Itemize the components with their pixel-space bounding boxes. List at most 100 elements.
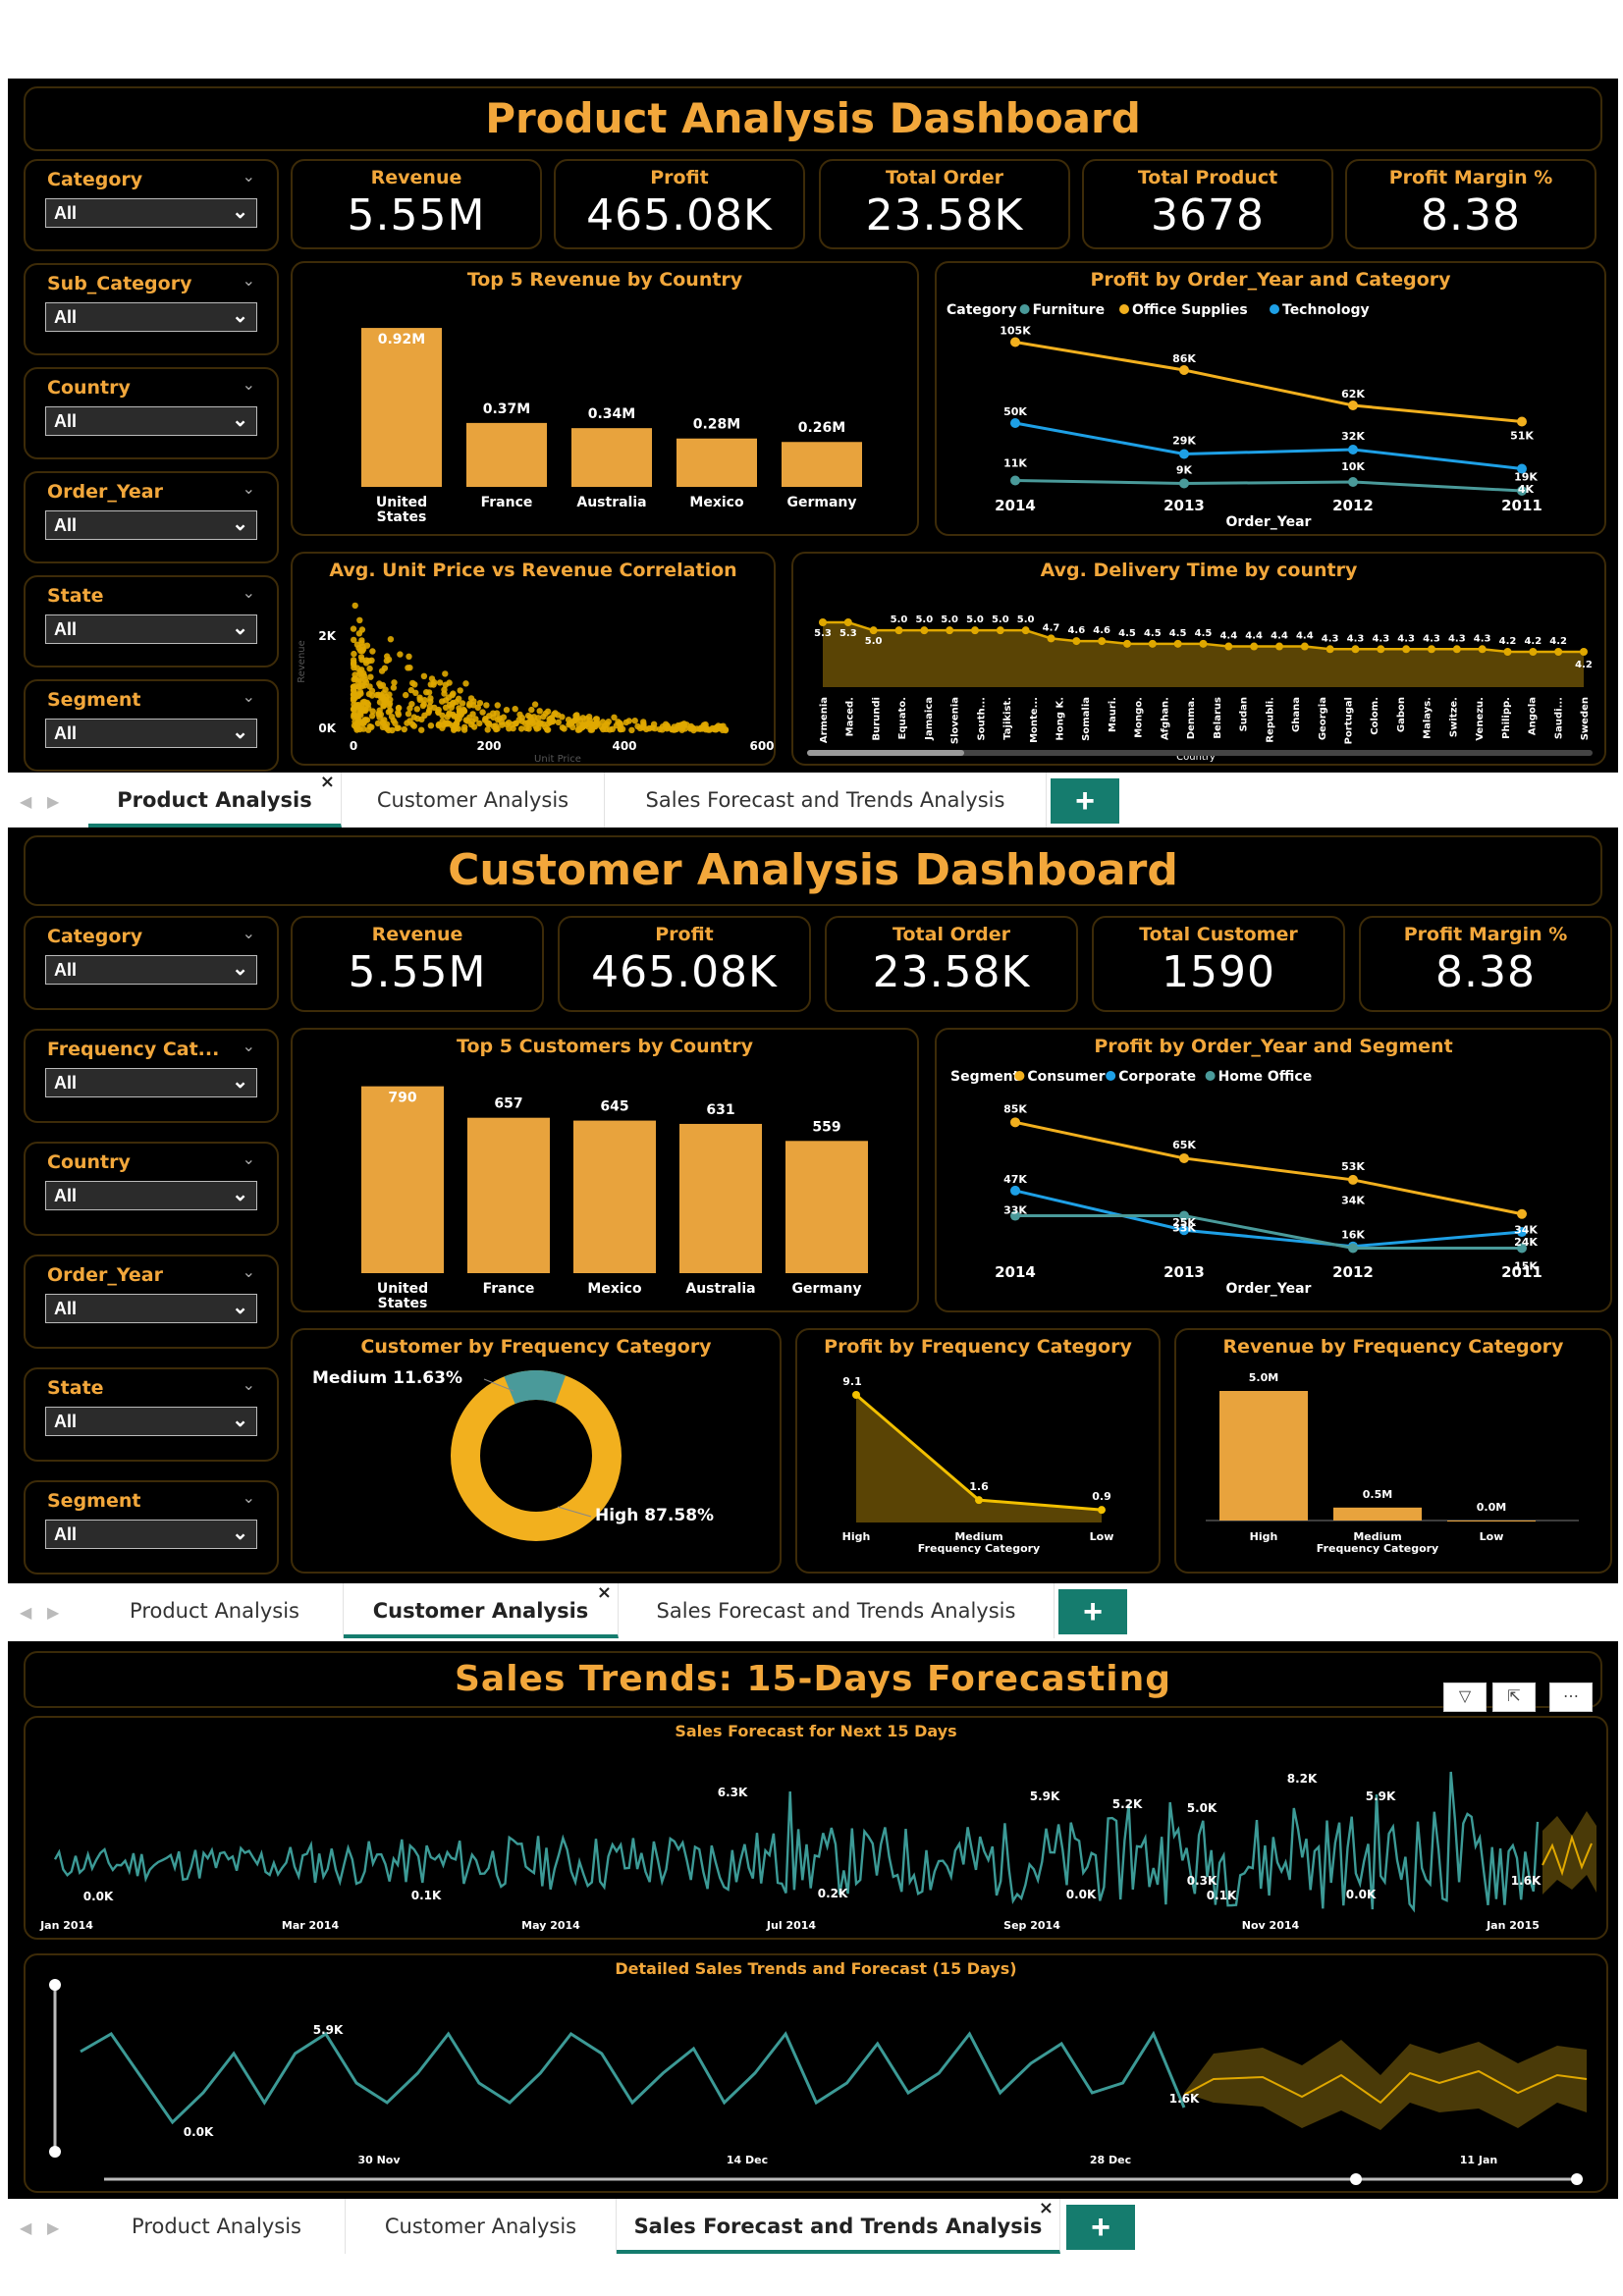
bar[interactable] [782, 442, 862, 487]
bar[interactable] [571, 428, 652, 487]
data-point[interactable] [1173, 639, 1182, 648]
chevron-down-icon[interactable]: ⌄ [243, 1262, 255, 1282]
data-point[interactable] [1179, 1152, 1189, 1163]
slicer-frequency-cat[interactable]: Frequency Cat... ⌄ All ⌄ [24, 1029, 279, 1123]
data-point[interactable] [1348, 477, 1358, 487]
tab-sales-forecast[interactable]: Sales Forecast and Trends Analysis [605, 773, 1047, 828]
tab-product-analysis[interactable]: Product Analysis × [88, 772, 342, 828]
slicer-segment[interactable]: Segment ⌄ All ⌄ [24, 1480, 279, 1575]
data-point[interactable] [1250, 642, 1259, 651]
data-point[interactable] [1452, 645, 1461, 654]
data-point[interactable] [1348, 445, 1358, 454]
slicer-dropdown[interactable]: All ⌄ [45, 302, 257, 332]
slicer-order-year[interactable]: Order_Year ⌄ All ⌄ [24, 1255, 279, 1349]
bar[interactable] [785, 1141, 868, 1273]
data-point[interactable] [920, 626, 929, 635]
more-options-icon[interactable]: ⋯ [1549, 1682, 1593, 1712]
data-point[interactable] [1402, 645, 1411, 654]
bar[interactable] [1447, 1521, 1536, 1522]
bar[interactable] [1333, 1507, 1422, 1521]
chevron-down-icon[interactable]: ⌄ [243, 271, 255, 291]
bar[interactable] [466, 422, 547, 487]
chevron-down-icon[interactable]: ⌄ [243, 687, 255, 707]
data-point[interactable] [1072, 637, 1081, 646]
data-point[interactable] [1047, 634, 1055, 643]
chevron-down-icon[interactable]: ⌄ [243, 375, 255, 395]
bar[interactable] [361, 1086, 444, 1273]
data-point[interactable] [996, 626, 1004, 635]
slicer-sub-category[interactable]: Sub_Category ⌄ All ⌄ [24, 263, 279, 355]
data-point[interactable] [1517, 416, 1527, 427]
tab-customer-analysis[interactable]: Customer Analysis [342, 773, 605, 828]
data-point[interactable] [1148, 639, 1157, 648]
data-point[interactable] [1580, 648, 1588, 656]
data-point[interactable] [971, 626, 979, 635]
data-point[interactable] [1010, 337, 1020, 347]
data-point[interactable] [869, 626, 878, 635]
tab-sales-forecast[interactable]: Sales Forecast and Trends Analysis × [617, 2198, 1060, 2254]
data-point[interactable] [1179, 478, 1189, 489]
add-page-button[interactable]: + [1058, 1589, 1127, 1634]
scrollbar-thumb[interactable] [807, 750, 964, 756]
slicer-dropdown[interactable]: All ⌄ [45, 1181, 257, 1210]
data-point[interactable] [1098, 1506, 1106, 1515]
prev-page-icon[interactable]: ◀ [20, 792, 31, 812]
tab-sales-forecast[interactable]: Sales Forecast and Trends Analysis [619, 1583, 1055, 1638]
bar[interactable] [467, 1117, 550, 1273]
bar[interactable] [361, 328, 442, 487]
chevron-down-icon[interactable]: ⌄ [243, 1037, 255, 1056]
data-point[interactable] [1010, 418, 1020, 428]
data-point[interactable] [1010, 475, 1020, 486]
focus-mode-icon[interactable]: ⇱ [1492, 1682, 1536, 1712]
slicer-country[interactable]: Country ⌄ All ⌄ [24, 367, 279, 459]
range-slider-handle[interactable] [49, 2146, 61, 2158]
data-point[interactable] [1348, 400, 1358, 410]
data-point[interactable] [1351, 645, 1360, 654]
data-point[interactable] [843, 618, 852, 626]
prev-page-icon[interactable]: ◀ [20, 1603, 31, 1623]
slicer-category[interactable]: Category ⌄ All ⌄ [24, 916, 279, 1010]
data-point[interactable] [1478, 645, 1487, 654]
data-point[interactable] [1010, 1185, 1020, 1196]
range-slider-handle[interactable] [49, 1979, 61, 1991]
slicer-dropdown[interactable]: All ⌄ [45, 1520, 257, 1549]
slicer-state[interactable]: State ⌄ All ⌄ [24, 575, 279, 667]
data-point[interactable] [1275, 642, 1283, 651]
bar[interactable] [1219, 1391, 1308, 1521]
data-point[interactable] [1010, 1117, 1020, 1128]
bar[interactable] [679, 1123, 762, 1273]
close-icon[interactable]: × [597, 1566, 612, 1621]
slicer-dropdown[interactable]: All ⌄ [45, 198, 257, 228]
chevron-down-icon[interactable]: ⌄ [243, 167, 255, 187]
data-point[interactable] [975, 1496, 983, 1505]
data-point[interactable] [1348, 1243, 1358, 1254]
slicer-dropdown[interactable]: All ⌄ [45, 1407, 257, 1436]
data-point[interactable] [1123, 639, 1131, 648]
filter-icon[interactable]: ▽ [1443, 1682, 1487, 1712]
data-point[interactable] [852, 1391, 860, 1399]
slicer-category[interactable]: Category ⌄ All ⌄ [24, 159, 279, 251]
data-point[interactable] [1554, 648, 1563, 656]
slicer-country[interactable]: Country ⌄ All ⌄ [24, 1142, 279, 1236]
data-point[interactable] [1098, 637, 1107, 646]
data-point[interactable] [1021, 626, 1030, 635]
close-icon[interactable]: × [1039, 2181, 1054, 2236]
chevron-down-icon[interactable]: ⌄ [243, 1149, 255, 1169]
donut-slice-high[interactable] [451, 1370, 622, 1541]
slicer-dropdown[interactable]: All ⌄ [45, 1068, 257, 1097]
add-page-button[interactable]: + [1051, 778, 1119, 824]
data-point[interactable] [1503, 648, 1512, 656]
bar[interactable] [676, 438, 757, 487]
close-icon[interactable]: × [320, 755, 335, 810]
next-page-icon[interactable]: ▶ [47, 1603, 59, 1623]
slicer-state[interactable]: State ⌄ All ⌄ [24, 1367, 279, 1462]
data-point[interactable] [1199, 639, 1208, 648]
bar[interactable] [573, 1120, 656, 1273]
data-point[interactable] [1179, 365, 1189, 375]
range-slider-handle[interactable] [1350, 2173, 1362, 2185]
next-page-icon[interactable]: ▶ [47, 2218, 59, 2238]
data-point[interactable] [819, 618, 827, 626]
chevron-down-icon[interactable]: ⌄ [243, 1488, 255, 1508]
data-point[interactable] [1224, 642, 1233, 651]
slicer-segment[interactable]: Segment ⌄ All ⌄ [24, 679, 279, 772]
